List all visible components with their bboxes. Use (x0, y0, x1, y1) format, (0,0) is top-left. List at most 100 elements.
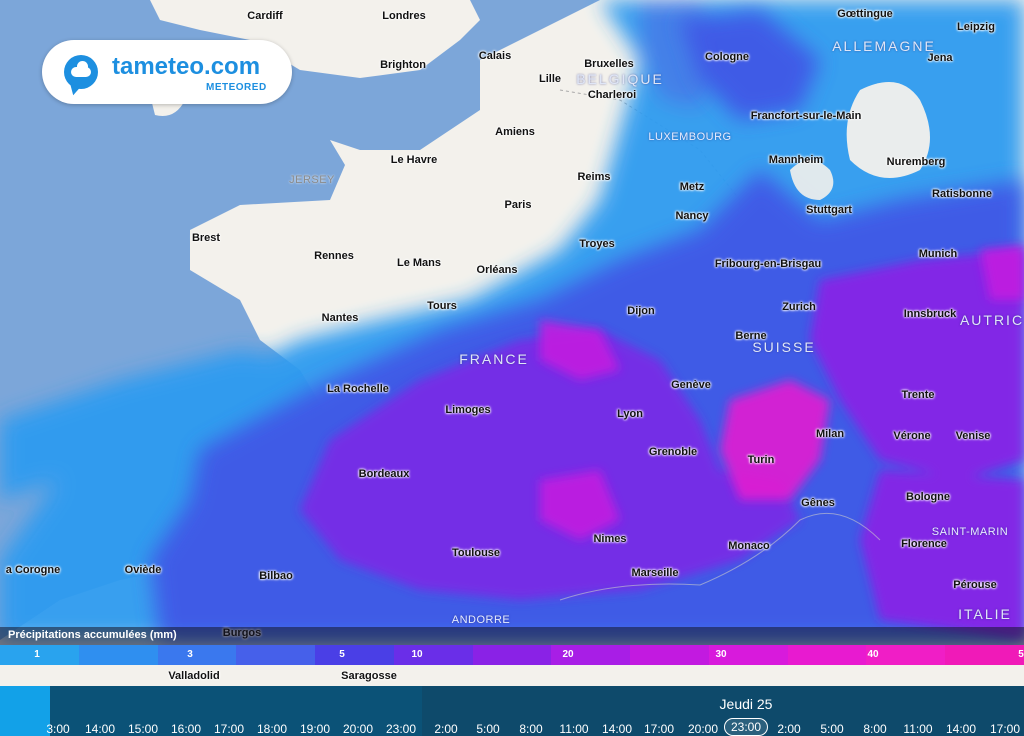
legend-value: 30 (715, 649, 727, 660)
city-label: Calais (478, 50, 512, 62)
legend-value: 5 (339, 649, 345, 660)
timeline-tick[interactable]: 14:00 (85, 722, 115, 736)
country-label: LUXEMBOURG (648, 131, 732, 143)
city-label: a Corogne (5, 564, 61, 576)
city-label: Paris (504, 199, 532, 211)
city-label: La Rochelle (327, 383, 389, 395)
brand-name: tameteo.com (112, 53, 261, 80)
legend-swatch (157, 645, 237, 665)
timeline-tick[interactable]: 2:00 (777, 722, 800, 736)
legend-value: 20 (562, 649, 574, 660)
city-label: Grenoble (648, 446, 698, 458)
city-label: Pérouse (953, 579, 997, 591)
city-label: Valladolid (168, 670, 220, 682)
city-label: Zurich (782, 301, 816, 313)
timeline-tick[interactable]: 11:00 (559, 722, 588, 736)
timeline-tick[interactable]: 17:00 (990, 722, 1020, 736)
city-label: Limoges (445, 404, 491, 416)
timeline-tick[interactable]: 14:00 (602, 722, 632, 736)
timeline-tick[interactable]: 11:00 (903, 722, 932, 736)
city-label: Amiens (495, 126, 535, 138)
city-label: Munich (918, 248, 958, 260)
city-label: Turin (747, 454, 775, 466)
country-label: SAINT-MARIN (931, 526, 1009, 538)
legend-swatch (787, 645, 867, 665)
timeline-day-label: Jeudi 25 (719, 696, 773, 712)
city-label: Londres (382, 10, 426, 22)
timeline-tick[interactable]: 17:00 (214, 722, 244, 736)
city-label: Dijon (627, 305, 655, 317)
legend-value: 3 (187, 649, 193, 660)
timeline-tick[interactable]: 2:00 (434, 722, 457, 736)
timeline-tick[interactable]: 18:00 (257, 722, 287, 736)
timeline-tick[interactable]: 8:00 (519, 722, 542, 736)
timeline-tick[interactable]: 14:00 (946, 722, 976, 736)
brand-sub: METEORED (206, 82, 267, 93)
country-label: BELGIQUE (576, 71, 664, 87)
city-label: Charleroi (587, 89, 637, 101)
legend-swatch (393, 645, 473, 665)
country-label: ALLEMAGNE (832, 38, 936, 54)
city-label: Rennes (314, 250, 354, 262)
city-label: Gênes (801, 497, 835, 509)
timeline-tick[interactable]: 8:00 (863, 722, 886, 736)
city-label: Bruxelles (584, 58, 634, 70)
city-label: Francfort-sur-le-Main (750, 110, 862, 122)
city-label: Lyon (617, 408, 643, 420)
city-label: Bordeaux (358, 468, 410, 480)
timeline-tick[interactable]: 20:00 (343, 722, 373, 736)
country-label: AUTRIC (959, 312, 1024, 328)
timeline-tick[interactable]: 23:00 (386, 722, 416, 736)
city-label: Florence (901, 538, 947, 550)
city-label: Fribourg-en-Brisgau (714, 258, 822, 270)
timeline-tick[interactable]: 19:00 (300, 722, 330, 736)
city-label: Ratisbonne (932, 188, 992, 200)
cloud-icon (71, 61, 91, 77)
city-label: Gœttingue (837, 8, 893, 20)
legend-swatch (472, 645, 552, 665)
city-label: Monaco (728, 540, 770, 552)
city-label: Cologne (705, 51, 749, 63)
legend-value: 1 (34, 649, 40, 660)
city-label: Leipzig (957, 21, 995, 33)
timeline-tick[interactable]: 5:00 (476, 722, 499, 736)
city-label: Nantes (321, 312, 359, 324)
timeline-tick[interactable]: 16:00 (171, 722, 201, 736)
timeline-tick[interactable]: 20:00 (688, 722, 718, 736)
city-label: Reims (577, 171, 611, 183)
timeline-tick[interactable]: 5:00 (820, 722, 843, 736)
city-label: Troyes (579, 238, 615, 250)
city-label: Innsbruck (903, 308, 957, 320)
city-label: Venise (955, 430, 991, 442)
city-label: Genève (671, 379, 711, 391)
timeline-tick[interactable]: 15:00 (128, 722, 158, 736)
timeline-tick[interactable]: 17:00 (644, 722, 674, 736)
city-label: Metz (679, 181, 705, 193)
city-label: Marseille (631, 567, 679, 579)
timeline-now-block[interactable] (0, 686, 50, 736)
city-label: Saragosse (341, 670, 397, 682)
city-label: Mannheim (768, 154, 824, 166)
city-label: Brighton (380, 59, 426, 71)
legend-value: 40 (867, 649, 879, 660)
legend-value: 5 (1018, 649, 1024, 660)
city-label: Vérone (893, 430, 931, 442)
city-label: Bilbao (259, 570, 293, 582)
country-label: JERSEY (289, 174, 335, 186)
city-label: Bologne (906, 491, 950, 503)
country-label: SUISSE (752, 339, 816, 355)
city-label: Toulouse (451, 547, 501, 559)
city-label: Nimes (593, 533, 627, 545)
country-label: FRANCE (459, 351, 529, 367)
legend-swatch (78, 645, 158, 665)
legend-swatch (236, 645, 316, 665)
brand-logo[interactable]: tameteo.com METEORED (42, 40, 292, 104)
city-label: Trente (901, 389, 935, 401)
city-label: Tours (427, 300, 457, 312)
timeline-tick[interactable]: 3:00 (46, 722, 69, 736)
precipitation-map[interactable] (0, 0, 1024, 736)
timeline-tick-active[interactable]: 23:00 (723, 718, 769, 736)
city-label: Lille (538, 73, 562, 85)
city-label: Cardiff (247, 10, 283, 22)
city-label: Milan (815, 428, 845, 440)
